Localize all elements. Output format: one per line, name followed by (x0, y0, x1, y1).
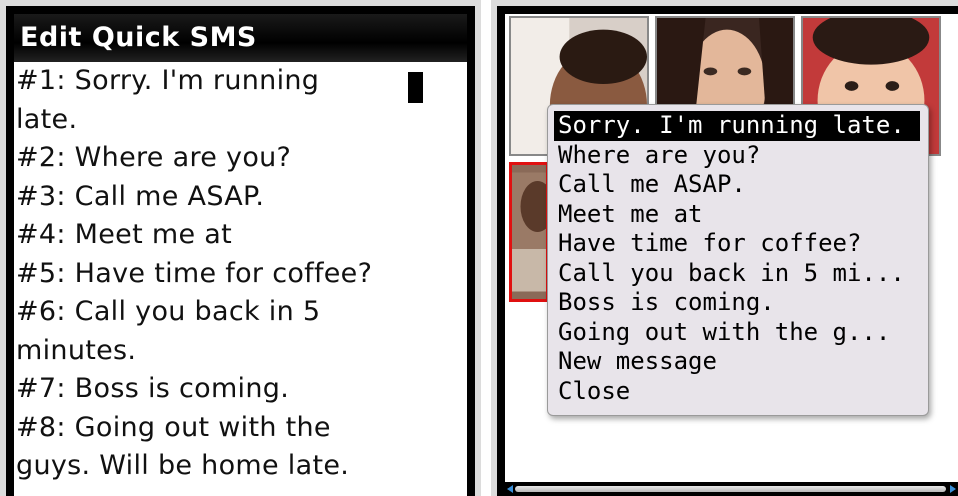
menu-item-boss-coming[interactable]: Boss is coming. (554, 288, 920, 318)
contacts-screen: Sorry. I'm running late. Where are you? … (491, 0, 958, 496)
contact-grid-area: Sorry. I'm running late. Where are you? … (505, 14, 958, 496)
menu-item-going-out[interactable]: Going out with the g... (554, 318, 920, 348)
screen-divider (481, 0, 491, 496)
menu-item-meet-me-at[interactable]: Meet me at (554, 200, 920, 230)
sms-line: #2: Where are you? (16, 142, 292, 173)
selected-photo-image (512, 172, 546, 292)
contacts-frame: Sorry. I'm running late. Where are you? … (497, 6, 958, 496)
sms-line: #6: Call you back in 5 (16, 296, 321, 327)
menu-item-call-me-asap[interactable]: Call me ASAP. (554, 170, 920, 200)
screen-title: Edit Quick SMS (14, 14, 467, 62)
sms-line: #1: Sorry. I'm running (16, 65, 320, 96)
sms-line: late. (16, 103, 78, 135)
text-cursor (408, 72, 423, 103)
menu-item-new-message[interactable]: New message (554, 347, 920, 377)
menu-item-call-back[interactable]: Call you back in 5 mi... (554, 259, 920, 289)
sms-line: guys. Will be home late. (16, 450, 350, 481)
edit-quick-sms-screen: Edit Quick SMS #1: Sorry. I'm running la… (0, 0, 481, 496)
sms-line: #3: Call me ASAP. (16, 180, 265, 212)
sms-line: #5: Have time for coffee? (16, 257, 373, 289)
sms-text-editor[interactable]: #1: Sorry. I'm running late. #2: Where a… (14, 62, 467, 496)
scroll-right-arrow-icon[interactable] (950, 485, 956, 493)
menu-item-coffee[interactable]: Have time for coffee? (554, 229, 920, 259)
scroll-left-arrow-icon[interactable] (507, 485, 513, 493)
quick-sms-menu: Sorry. I'm running late. Where are you? … (547, 104, 929, 416)
horizontal-scrollbar[interactable] (505, 482, 958, 496)
sms-line: #8: Going out with the (16, 411, 331, 443)
sms-line: #4: Meet me at (16, 219, 232, 250)
menu-item-sorry-running-late[interactable]: Sorry. I'm running late. (554, 111, 920, 141)
menu-item-where-are-you[interactable]: Where are you? (554, 141, 920, 171)
sms-line: minutes. (16, 334, 137, 366)
scrollbar-track[interactable] (515, 486, 946, 492)
edit-quick-sms-frame: Edit Quick SMS #1: Sorry. I'm running la… (6, 6, 475, 496)
sms-line: #7: Boss is coming. (16, 373, 290, 404)
menu-item-close[interactable]: Close (554, 377, 920, 407)
contact-photo-selected[interactable] (509, 162, 549, 302)
